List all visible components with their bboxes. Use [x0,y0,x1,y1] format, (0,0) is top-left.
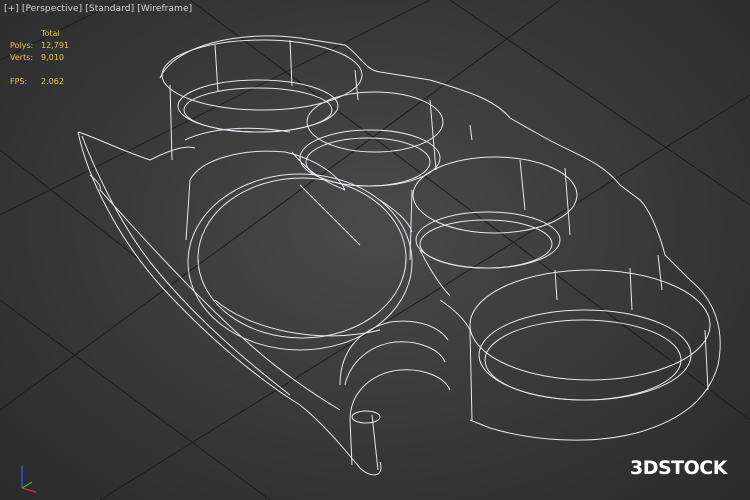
stats-verts-label: Verts: [10,53,34,62]
viewport-view-menu[interactable]: [Perspective] [22,4,82,14]
stats-total-header: Total [41,29,60,38]
viewport-plus-menu[interactable]: [+] [4,4,19,14]
stats-polys-label: Polys: [10,41,34,50]
knuckles-wireframe[interactable] [77,35,721,476]
viewport-label-menu: [+] [Perspective] [Standard] [Wireframe] [4,4,192,14]
scene-canvas[interactable] [0,0,750,500]
stats-polys-value: 12,791 [41,41,69,50]
stats-fps-value: 2.062 [41,77,64,86]
watermark-logo: 3DSTOCK [630,457,727,479]
viewport-perspective[interactable]: [+] [Perspective] [Standard] [Wireframe]… [0,0,750,500]
axis-tripod-icon [21,466,37,493]
viewport-mode-menu[interactable]: [Wireframe] [137,4,192,14]
viewport-statistics: Total Polys: 12,791 Verts: 9,010 FPS: 2.… [10,28,101,88]
stats-verts-value: 9,010 [41,53,64,62]
stats-fps-label: FPS: [10,77,28,86]
viewport-shading-menu[interactable]: [Standard] [85,4,134,14]
ground-grid [0,0,750,500]
